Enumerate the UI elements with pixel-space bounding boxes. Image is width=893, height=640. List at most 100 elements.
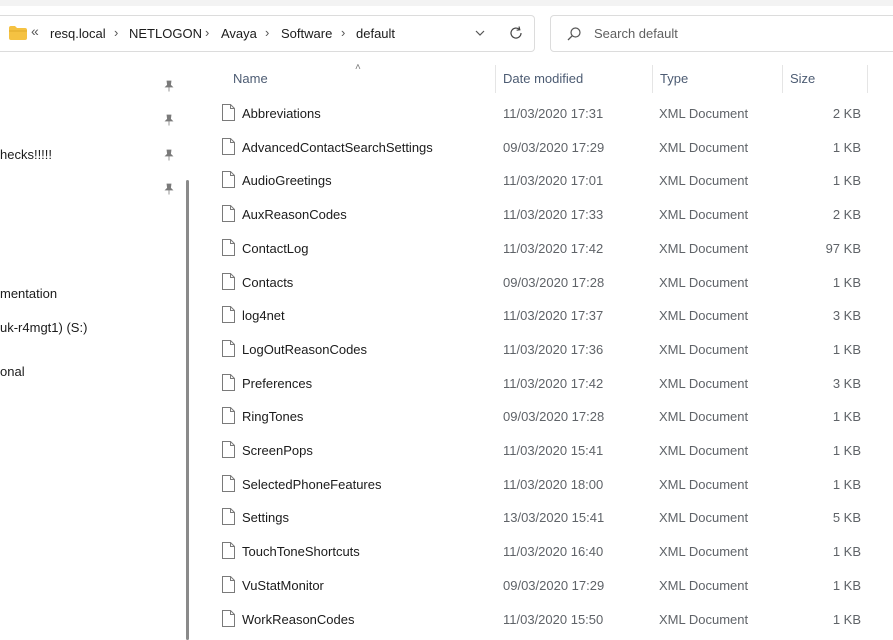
column-divider[interactable] xyxy=(652,65,653,93)
nav-item[interactable]: onal xyxy=(0,364,25,379)
column-divider[interactable] xyxy=(867,65,868,93)
file-row[interactable]: Preferences 11/03/2020 17:42 XML Document 3… xyxy=(200,366,893,400)
file-name: log4net xyxy=(242,308,285,324)
file-date-modified: 11/03/2020 17:01 xyxy=(503,173,604,189)
file-date-modified: 09/03/2020 17:28 xyxy=(503,409,605,425)
file-row[interactable]: AdvancedContactSearchSettings 09/03/2020 … xyxy=(200,130,893,164)
file-size: 1 KB xyxy=(832,409,861,425)
file-type: XML Document xyxy=(659,443,749,458)
file-row[interactable]: ContactLog 11/03/2020 17:42 XML Document 97… xyxy=(200,231,893,265)
file-row[interactable]: Contacts 09/03/2020 17:28 XML Document 1 KB xyxy=(200,265,893,299)
breadcrumb-resq-local[interactable]: resq.local xyxy=(50,26,106,41)
file-row[interactable]: AudioGreetings 11/03/2020 17:01 XML Docume… xyxy=(200,163,893,197)
file-row[interactable]: TouchToneShortcuts 11/03/2020 16:40 XML Do… xyxy=(200,534,893,568)
file-name: ContactLog xyxy=(242,240,309,256)
document-icon xyxy=(222,104,235,121)
breadcrumb-default[interactable]: default xyxy=(356,26,395,41)
breadcrumb-avaya[interactable]: Avaya xyxy=(221,26,257,41)
file-name: Settings xyxy=(242,510,289,526)
pin-icon[interactable] xyxy=(163,149,175,161)
document-icon xyxy=(222,137,235,155)
file-name: AudioGreetings xyxy=(242,173,332,189)
file-type: XML Document xyxy=(659,240,749,256)
column-name[interactable]: Name xyxy=(233,71,268,86)
file-size: 3 KB xyxy=(832,375,861,391)
document-icon xyxy=(222,542,235,560)
column-size[interactable]: Size xyxy=(790,71,815,86)
file-name: LogOutReasonCodes xyxy=(242,341,368,357)
file-type: XML Document xyxy=(659,375,749,391)
address-bar[interactable]: « resq.local › NETLOGON › Avaya › Softwa… xyxy=(0,15,535,52)
file-size: 5 KB xyxy=(832,510,861,526)
overflow-chevron-icon[interactable]: « xyxy=(31,23,39,39)
file-type: XML Document xyxy=(659,577,749,593)
file-row[interactable]: LogOutReasonCodes 11/03/2020 17:36 XML Doc… xyxy=(200,332,893,366)
file-size: 1 KB xyxy=(832,611,861,627)
file-size: 2 KB xyxy=(832,207,861,223)
file-date-modified: 11/03/2020 15:41 xyxy=(503,443,604,458)
file-size: 1 KB xyxy=(832,577,861,593)
file-row[interactable]: WorkReasonCodes 11/03/2020 15:50 XML Docum… xyxy=(200,602,893,636)
file-date-modified: 11/03/2020 17:37 xyxy=(503,308,604,324)
document-icon xyxy=(222,205,235,223)
nav-item[interactable]: mentation xyxy=(0,286,57,301)
breadcrumb-separator-icon[interactable]: › xyxy=(265,25,269,40)
file-row[interactable]: log4net 11/03/2020 17:37 XML Document 3 KB xyxy=(200,298,893,332)
column-type[interactable]: Type xyxy=(660,71,688,86)
pin-icon[interactable] xyxy=(163,80,175,92)
file-name: ScreenPops xyxy=(242,443,313,458)
file-size: 3 KB xyxy=(832,308,861,324)
file-row[interactable]: Settings 13/03/2020 15:41 XML Document 5 KB xyxy=(200,500,893,534)
file-name: TouchToneShortcuts xyxy=(242,544,360,560)
file-row[interactable]: VuStatMonitor 09/03/2020 17:29 XML Documen… xyxy=(200,568,893,602)
breadcrumb-separator-icon[interactable]: › xyxy=(114,25,118,40)
column-date-modified[interactable]: Date modified xyxy=(503,71,583,86)
file-name: AuxReasonCodes xyxy=(242,207,347,223)
column-header: ˄ Name Date modified Type Size xyxy=(200,62,893,94)
document-icon xyxy=(222,306,235,324)
file-size: 1 KB xyxy=(832,443,861,458)
file-type: XML Document xyxy=(659,139,749,155)
column-divider[interactable] xyxy=(782,65,783,93)
file-date-modified: 11/03/2020 16:40 xyxy=(503,544,604,560)
file-date-modified: 11/03/2020 17:42 xyxy=(503,375,604,391)
file-row[interactable]: SelectedPhoneFeatures 11/03/2020 18:00 XML… xyxy=(200,467,893,501)
file-row[interactable]: AuxReasonCodes 11/03/2020 17:33 XML Docume… xyxy=(200,197,893,231)
breadcrumb-separator-icon[interactable]: › xyxy=(205,25,209,40)
file-type: XML Document xyxy=(659,476,749,492)
nav-scrollbar[interactable] xyxy=(186,180,189,640)
file-date-modified: 09/03/2020 17:28 xyxy=(503,274,605,290)
nav-item[interactable]: uk-r4mgt1) (S:) xyxy=(0,320,87,335)
file-name: WorkReasonCodes xyxy=(242,611,355,627)
pin-icon[interactable] xyxy=(163,183,175,195)
document-icon xyxy=(222,171,235,189)
document-icon xyxy=(222,238,235,256)
document-icon xyxy=(222,508,235,526)
file-name: VuStatMonitor xyxy=(242,577,324,593)
navigation-pane[interactable]: hecks!!!!! mentation uk-r4mgt1) (S:) ona… xyxy=(0,64,187,640)
file-date-modified: 11/03/2020 17:31 xyxy=(503,106,604,121)
pin-icon[interactable] xyxy=(163,114,175,126)
file-date-modified: 11/03/2020 17:33 xyxy=(503,207,604,223)
file-row[interactable]: RingTones 09/03/2020 17:28 XML Document 1 K… xyxy=(200,399,893,433)
file-type: XML Document xyxy=(659,274,749,290)
file-row[interactable]: ScreenPops 11/03/2020 15:41 XML Document 1 … xyxy=(200,433,893,467)
document-icon xyxy=(222,407,235,425)
file-name: Preferences xyxy=(242,375,313,391)
file-row[interactable]: Abbreviations 11/03/2020 17:31 XML Documen… xyxy=(200,96,893,130)
file-type: XML Document xyxy=(659,510,749,526)
search-input[interactable]: Search default xyxy=(594,26,678,41)
breadcrumb-separator-icon[interactable]: › xyxy=(341,25,345,40)
search-box[interactable]: Search default xyxy=(550,15,893,52)
refresh-icon[interactable] xyxy=(508,25,524,41)
file-date-modified: 09/03/2020 17:29 xyxy=(503,139,605,155)
file-size: 1 KB xyxy=(832,139,861,155)
file-name: Abbreviations xyxy=(242,106,321,121)
file-date-modified: 13/03/2020 15:41 xyxy=(503,510,605,526)
column-divider[interactable] xyxy=(495,65,496,93)
breadcrumb-software[interactable]: Software xyxy=(281,26,332,41)
nav-item[interactable]: hecks!!!!! xyxy=(0,147,52,162)
chevron-down-icon[interactable] xyxy=(474,27,486,39)
file-size: 1 KB xyxy=(832,341,861,357)
breadcrumb-netlogon[interactable]: NETLOGON xyxy=(129,26,202,41)
